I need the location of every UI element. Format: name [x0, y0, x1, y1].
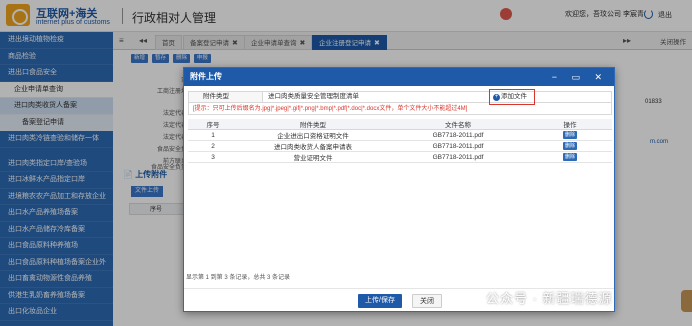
row-number: 1: [188, 129, 238, 141]
attachment-table: 序号 附件类型 文件名称 操作 1 企业进出口资格证明文件 GB7718-201…: [188, 119, 612, 163]
operation-cell: 删除: [528, 151, 612, 163]
row-number: 2: [188, 140, 238, 152]
column-header: 操作: [528, 119, 612, 130]
plus-icon: +: [493, 94, 500, 101]
upload-tip: [提示：只可上传后缀名为.jpg|*.jpeg|*.gif|*.png|*.bm…: [188, 103, 612, 115]
dialog-title: 附件上传: [190, 72, 222, 81]
column-header: 附件类型: [238, 119, 388, 130]
watermark: 公众号 · 新疆瑞德源: [462, 287, 682, 309]
column-header: 文件名称: [388, 119, 528, 130]
attachment-type-cell: 企业进出口资格证明文件: [238, 129, 388, 141]
table-row: 3 营业证明文件 GB7718-2011.pdf 删除: [188, 151, 612, 163]
delete-file-button[interactable]: 删除: [563, 131, 577, 139]
delete-file-button[interactable]: 删除: [563, 153, 577, 161]
dialog-header: 附件上传 − ▭ ✕: [184, 68, 614, 86]
operation-cell: 删除: [528, 140, 612, 152]
watermark-text: 公众号 · 新疆瑞德源: [486, 291, 613, 306]
attachment-type-cell: 营业证明文件: [238, 151, 388, 163]
file-name-cell: GB7718-2011.pdf: [388, 151, 528, 163]
record-count: 显示第 1 到第 3 条记录，总共 3 条记录: [186, 275, 291, 281]
attachment-type-select[interactable]: 进口肉类质量安全管理制度清单: [267, 93, 487, 101]
table-row: 1 企业进出口资格证明文件 GB7718-2011.pdf 删除: [188, 129, 612, 141]
operation-cell: 删除: [528, 129, 612, 141]
attachment-upload-dialog: 附件上传 − ▭ ✕ 附件类型 进口肉类质量安全管理制度清单 + 添加文件 [提示…: [183, 67, 615, 312]
table-row: 2 进口肉类收货人备案申请表 GB7718-2011.pdf 删除: [188, 140, 612, 152]
window-controls[interactable]: − ▭ ✕: [552, 68, 608, 86]
attachment-type-cell: 进口肉类收货人备案申请表: [238, 140, 388, 152]
watermark-avatar: [681, 290, 692, 312]
wechat-icon: [462, 289, 482, 305]
add-file-label: 添加文件: [501, 93, 527, 100]
delete-file-button[interactable]: 删除: [563, 142, 577, 150]
attachment-type-row: 附件类型 进口肉类质量安全管理制度清单 + 添加文件: [188, 89, 612, 105]
upload-save-button[interactable]: 上传/保存: [358, 294, 402, 308]
file-name-cell: GB7718-2011.pdf: [388, 140, 528, 152]
column-header: 序号: [188, 119, 238, 130]
attachment-type-label: 附件类型: [189, 92, 263, 102]
file-name-cell: GB7718-2011.pdf: [388, 129, 528, 141]
close-button[interactable]: 关闭: [412, 294, 442, 308]
row-number: 3: [188, 151, 238, 163]
